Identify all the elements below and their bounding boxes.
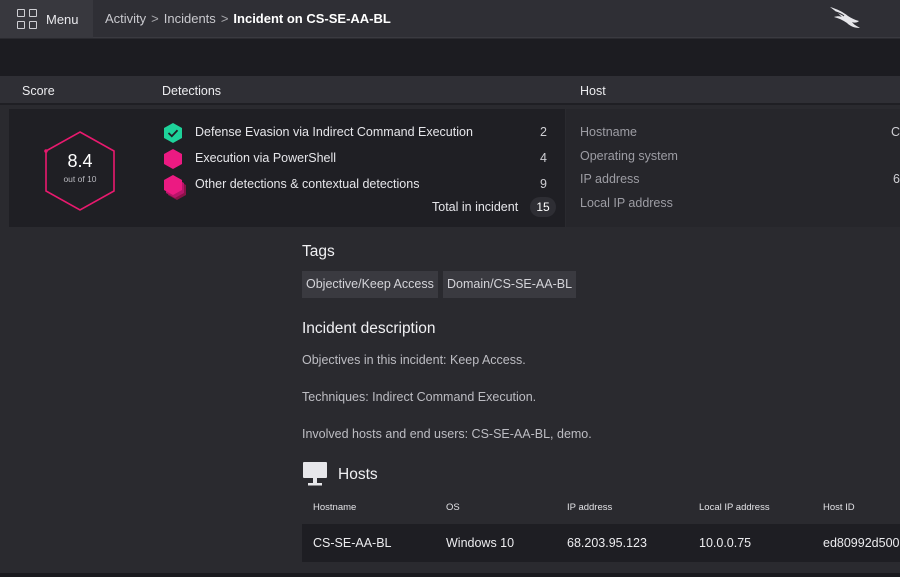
host-ip-value: 6 [893, 172, 900, 186]
total-in-incident-label: Total in incident [432, 200, 519, 214]
detection-count: 2 [540, 125, 547, 139]
description-involved: Involved hosts and end users: CS-SE-AA-B… [302, 427, 592, 441]
column-detections: Detections [162, 84, 222, 98]
detection-row[interactable]: Other detections & contextual detections… [162, 174, 552, 200]
description-objectives: Objectives in this incident: Keep Access… [302, 353, 526, 367]
host-os-label: Operating system [580, 149, 678, 163]
hexagon-icon [164, 149, 182, 169]
breadcrumb: Activity > Incidents > Incident on CS-SE-AA-… [105, 11, 391, 26]
toolbar-band [0, 39, 900, 76]
detection-count: 4 [540, 151, 547, 165]
stacked-hexagon-icon [164, 175, 186, 200]
monitor-icon [303, 462, 327, 486]
host-row-host-id: ed80992d500 [823, 536, 900, 550]
host-details-panel: Hostname C Operating system IP address 6… [566, 109, 900, 227]
total-count-badge: 15 [530, 197, 556, 217]
hosts-col-hostname[interactable]: Hostname [313, 502, 356, 513]
host-hostname-label: Hostname [580, 125, 637, 139]
breadcrumb-current: Incident on CS-SE-AA-BL [233, 11, 391, 26]
host-local-ip-label: Local IP address [580, 196, 673, 210]
detection-row[interactable]: Execution via PowerShell 4 [162, 148, 552, 169]
host-row-os: Windows 10 [446, 536, 515, 550]
hosts-col-ip[interactable]: IP address [567, 502, 612, 513]
menu-label: Menu [46, 11, 79, 27]
top-bar: Menu Activity > Incidents > Incident on CS-S… [0, 0, 900, 38]
horizontal-scrollbar[interactable] [0, 573, 900, 577]
detection-label: Execution via PowerShell [195, 151, 337, 165]
host-ip-label: IP address [580, 172, 640, 186]
detection-label: Other detections & contextual detections [195, 177, 420, 191]
detection-row[interactable]: Defense Evasion via Indirect Command Exe… [162, 122, 552, 143]
host-row-ip: 68.203.95.123 [567, 536, 647, 550]
grid-menu-icon [17, 9, 37, 29]
breadcrumb-activity[interactable]: Activity [105, 11, 146, 26]
column-score: Score [22, 84, 55, 98]
tag-objective[interactable]: Objective/Keep Access [302, 271, 438, 298]
summary-column-header: Score Detections Host [0, 76, 900, 105]
hosts-col-host-id[interactable]: Host ID [823, 502, 855, 513]
check-hexagon-icon [164, 123, 182, 143]
host-row-local-ip: 10.0.0.75 [699, 536, 752, 550]
incident-description-heading: Incident description [302, 320, 436, 337]
menu-button[interactable]: Menu [0, 0, 93, 38]
host-row-hostname[interactable]: CS-SE-AA-BL [313, 536, 392, 550]
tags-heading: Tags [302, 243, 335, 260]
score-scale: out of 10 [63, 174, 97, 184]
detection-label: Defense Evasion via Indirect Command Exe… [195, 125, 473, 139]
detection-count: 9 [540, 177, 547, 191]
column-host: Host [580, 84, 606, 98]
hosts-col-local-ip[interactable]: Local IP address [699, 502, 770, 513]
hosts-col-os[interactable]: OS [446, 502, 460, 513]
falcon-logo-icon [830, 7, 860, 28]
description-techniques: Techniques: Indirect Command Execution. [302, 390, 537, 404]
breadcrumb-separator: > [151, 11, 159, 26]
breadcrumb-incidents[interactable]: Incidents [164, 11, 216, 26]
host-hostname-value: C [890, 125, 900, 139]
score-value: 8.4 [67, 151, 93, 171]
hosts-heading: Hosts [338, 466, 378, 483]
tag-domain[interactable]: Domain/CS-SE-AA-BL [443, 271, 577, 298]
breadcrumb-separator: > [220, 11, 229, 26]
incident-summary-panel: 8.4 out of 10 Defense Evasion via Indire… [9, 109, 565, 227]
